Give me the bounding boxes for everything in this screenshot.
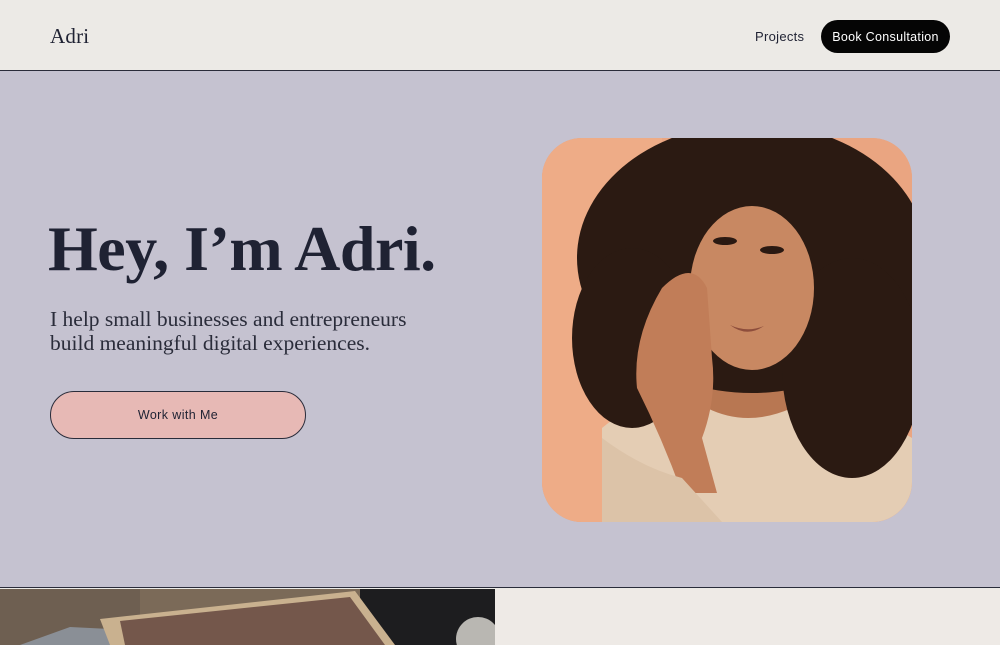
- hero-section: Hey, I’m Adri. I help small businesses a…: [0, 71, 1000, 588]
- project-card-panel: [495, 589, 1000, 645]
- project-thumbnail[interactable]: [0, 589, 495, 645]
- work-with-me-button[interactable]: Work with Me: [50, 391, 306, 439]
- hero-title: Hey, I’m Adri.: [48, 213, 436, 284]
- nav-link-projects[interactable]: Projects: [755, 29, 804, 44]
- site-logo[interactable]: Adri: [50, 24, 89, 49]
- site-header: Adri Projects Book Consultation: [0, 0, 1000, 71]
- notebook-photo: [0, 589, 495, 645]
- portrait-illustration: [542, 138, 912, 522]
- hero-subtitle: I help small businesses and entrepreneur…: [50, 307, 407, 355]
- book-consultation-button[interactable]: Book Consultation: [821, 20, 950, 53]
- portrait-photo: [542, 138, 912, 522]
